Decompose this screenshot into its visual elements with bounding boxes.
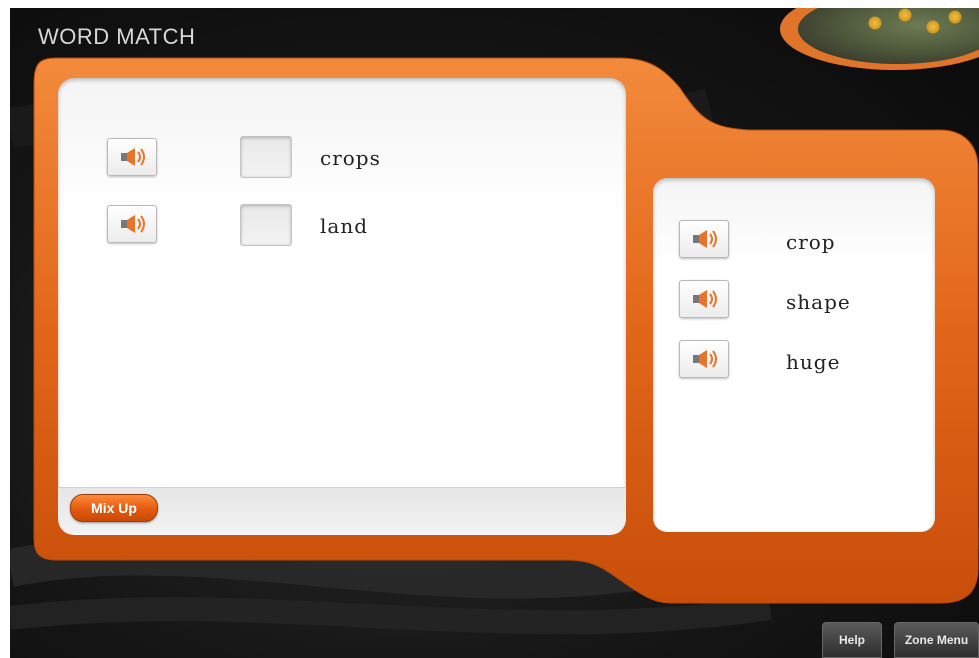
speaker-icon	[693, 350, 717, 368]
word-crops: crops	[320, 146, 381, 170]
mix-up-button[interactable]: Mix Up	[70, 494, 158, 522]
help-button[interactable]: Help	[822, 622, 882, 658]
word-land: land	[320, 214, 369, 238]
speaker-icon	[121, 148, 145, 166]
game-stage: WORD MATCH crops land Mix Up crop shape …	[10, 8, 979, 658]
speaker-button-crops[interactable]	[107, 138, 157, 176]
speaker-button-huge[interactable]	[679, 340, 729, 378]
speaker-icon	[693, 230, 717, 248]
zone-menu-button[interactable]: Zone Menu	[894, 622, 979, 658]
speaker-icon	[121, 215, 145, 233]
speaker-button-shape[interactable]	[679, 280, 729, 318]
word-shape[interactable]: shape	[786, 290, 851, 314]
drop-target-box-crops[interactable]	[240, 136, 292, 178]
speaker-button-land[interactable]	[107, 205, 157, 243]
word-crop[interactable]: crop	[786, 230, 836, 254]
word-huge[interactable]: huge	[786, 350, 840, 374]
speaker-icon	[693, 290, 717, 308]
speaker-button-crop[interactable]	[679, 220, 729, 258]
drop-target-box-land[interactable]	[240, 204, 292, 246]
